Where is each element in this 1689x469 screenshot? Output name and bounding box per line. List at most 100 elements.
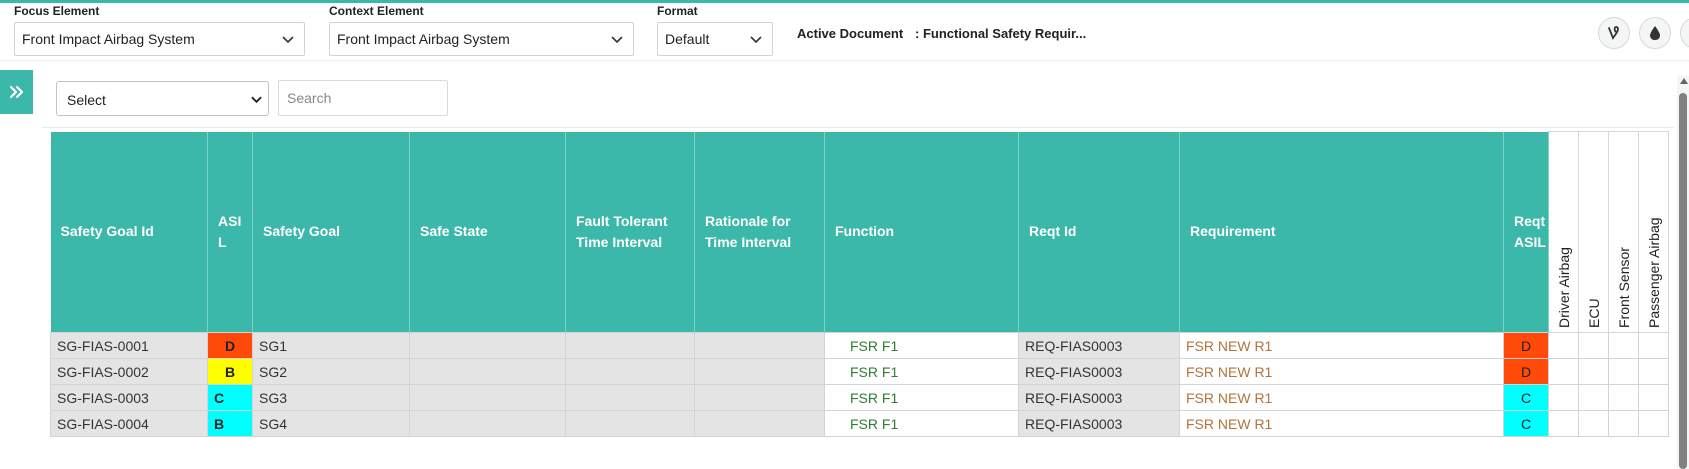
header-safety-goal[interactable]: Safety Goal [252, 131, 410, 333]
cell-function[interactable]: FSR F1 [824, 358, 1019, 385]
header-asil[interactable]: ASIL [207, 131, 253, 333]
header-rationale-for-time-interval[interactable]: Rationale for Time Interval [694, 131, 825, 333]
table-row[interactable]: SG-FIAS-0004 B SG4 FSR F1 REQ-FIAS0003 F… [50, 410, 1669, 437]
header-driver-airbag[interactable]: Driver Airbag [1548, 131, 1579, 333]
header-requirement[interactable]: Requirement [1179, 131, 1504, 333]
cell-function[interactable]: FSR F1 [824, 410, 1019, 437]
cell-safe-state[interactable] [409, 410, 566, 437]
cell-asil[interactable]: B [207, 358, 253, 385]
table-row[interactable]: SG-FIAS-0003 C SG3 FSR F1 REQ-FIAS0003 F… [50, 384, 1669, 411]
table-row[interactable]: SG-FIAS-0002 B SG2 FSR F1 REQ-FIAS0003 F… [50, 358, 1669, 385]
cell-safety-goal[interactable]: SG1 [252, 332, 410, 359]
cell-ecu[interactable] [1578, 384, 1609, 411]
header-driver-airbag-label: Driver Airbag [1555, 247, 1572, 328]
cell-function[interactable]: FSR F1 [824, 384, 1019, 411]
cell-reqt-asil[interactable]: D [1503, 358, 1549, 385]
header-front-sensor[interactable]: Front Sensor [1608, 131, 1639, 333]
active-document-value[interactable]: : Functional Safety Requir... [915, 26, 1086, 41]
format-label: Format [657, 4, 698, 18]
cell-reqt-asil[interactable]: D [1503, 332, 1549, 359]
chevron-down-icon [251, 96, 262, 104]
header-reqt-id[interactable]: Reqt Id [1018, 131, 1180, 333]
cell-safety-goal[interactable]: SG4 [252, 410, 410, 437]
focus-element-select[interactable]: Front Impact Airbag System [14, 22, 305, 56]
context-element-label: Context Element [329, 4, 424, 18]
cell-reqt-asil[interactable]: C [1503, 384, 1549, 411]
cell-passenger-airbag[interactable] [1638, 410, 1669, 437]
cell-safety-goal-id[interactable]: SG-FIAS-0001 [50, 332, 208, 359]
more-button[interactable] [1680, 17, 1689, 49]
search-input[interactable] [278, 80, 448, 116]
cell-front-sensor[interactable] [1608, 332, 1639, 359]
cell-driver-airbag[interactable] [1548, 410, 1579, 437]
vine-icon [1608, 26, 1619, 40]
cell-reqt-id[interactable]: REQ-FIAS0003 [1018, 384, 1180, 411]
cell-ftti[interactable] [565, 358, 695, 385]
double-chevron-right-icon [9, 85, 23, 99]
cell-ecu[interactable] [1578, 358, 1609, 385]
cell-safety-goal[interactable]: SG3 [252, 384, 410, 411]
cell-safety-goal-id[interactable]: SG-FIAS-0004 [50, 410, 208, 437]
cell-passenger-airbag[interactable] [1638, 332, 1669, 359]
scrollbar-thumb[interactable] [1679, 93, 1687, 469]
header-passenger-airbag[interactable]: Passenger Airbag [1638, 131, 1669, 333]
vine-button[interactable] [1598, 17, 1630, 49]
cell-reqt-id[interactable]: REQ-FIAS0003 [1018, 410, 1180, 437]
cell-rationale[interactable] [694, 384, 825, 411]
cell-requirement[interactable]: FSR NEW R1 [1179, 332, 1504, 359]
sidebar-expand-button[interactable] [0, 70, 33, 114]
focus-element-value: Front Impact Airbag System [22, 31, 195, 47]
table-row[interactable]: SG-FIAS-0001 D SG1 FSR F1 REQ-FIAS0003 F… [50, 332, 1669, 359]
format-value: Default [665, 31, 710, 47]
header-safe-state[interactable]: Safe State [409, 131, 566, 333]
cell-driver-airbag[interactable] [1548, 358, 1579, 385]
cell-function[interactable]: FSR F1 [824, 332, 1019, 359]
cell-requirement[interactable]: FSR NEW R1 [1179, 384, 1504, 411]
cell-asil[interactable]: D [207, 332, 253, 359]
cell-safe-state[interactable] [409, 358, 566, 385]
header-reqt-asil[interactable]: Reqt ASIL [1503, 131, 1549, 333]
water-drop-button[interactable] [1639, 17, 1671, 49]
table-header-row: Safety Goal Id ASIL Safety Goal Safe Sta… [50, 131, 1669, 333]
cell-safe-state[interactable] [409, 332, 566, 359]
safety-requirements-table: Safety Goal Id ASIL Safety Goal Safe Sta… [50, 131, 1669, 437]
filter-select[interactable]: Select [56, 81, 269, 116]
cell-safety-goal-id[interactable]: SG-FIAS-0003 [50, 384, 208, 411]
cell-requirement[interactable]: FSR NEW R1 [1179, 358, 1504, 385]
cell-rationale[interactable] [694, 358, 825, 385]
cell-reqt-id[interactable]: REQ-FIAS0003 [1018, 332, 1180, 359]
cell-front-sensor[interactable] [1608, 384, 1639, 411]
water-drop-icon [1650, 26, 1660, 40]
header-ecu[interactable]: ECU [1578, 131, 1609, 333]
cell-ftti[interactable] [565, 410, 695, 437]
header-fault-tolerant-time-interval[interactable]: Fault Tolerant Time Interval [565, 131, 695, 333]
cell-ftti[interactable] [565, 332, 695, 359]
context-element-select[interactable]: Front Impact Airbag System [329, 22, 634, 56]
cell-safe-state[interactable] [409, 384, 566, 411]
cell-front-sensor[interactable] [1608, 358, 1639, 385]
cell-passenger-airbag[interactable] [1638, 384, 1669, 411]
scroll-up-arrow-icon[interactable] [1680, 78, 1688, 84]
chevron-down-icon [282, 36, 294, 44]
cell-asil[interactable]: C [207, 384, 253, 411]
focus-element-label: Focus Element [14, 4, 100, 18]
cell-safety-goal[interactable]: SG2 [252, 358, 410, 385]
cell-driver-airbag[interactable] [1548, 332, 1579, 359]
cell-rationale[interactable] [694, 410, 825, 437]
cell-rationale[interactable] [694, 332, 825, 359]
cell-ftti[interactable] [565, 384, 695, 411]
cell-asil[interactable]: B [207, 410, 253, 437]
cell-requirement[interactable]: FSR NEW R1 [1179, 410, 1504, 437]
cell-reqt-asil[interactable]: C [1503, 410, 1549, 437]
header-function[interactable]: Function [824, 131, 1019, 333]
cell-ecu[interactable] [1578, 332, 1609, 359]
cell-driver-airbag[interactable] [1548, 384, 1579, 411]
filter-select-value: Select [67, 92, 106, 108]
cell-front-sensor[interactable] [1608, 410, 1639, 437]
cell-safety-goal-id[interactable]: SG-FIAS-0002 [50, 358, 208, 385]
header-safety-goal-id[interactable]: Safety Goal Id [50, 131, 208, 333]
cell-passenger-airbag[interactable] [1638, 358, 1669, 385]
cell-ecu[interactable] [1578, 410, 1609, 437]
cell-reqt-id[interactable]: REQ-FIAS0003 [1018, 358, 1180, 385]
format-select[interactable]: Default [657, 22, 773, 56]
